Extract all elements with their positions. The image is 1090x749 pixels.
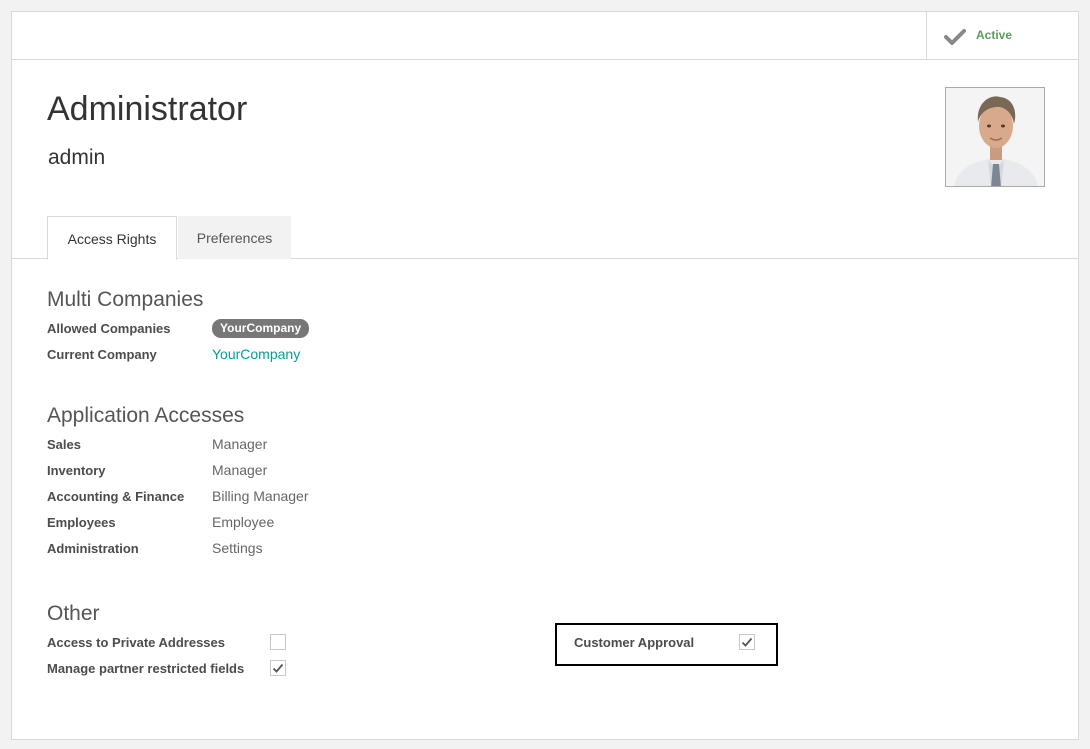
allowed-companies-label: Allowed Companies bbox=[47, 321, 171, 336]
allowed-company-tag[interactable]: YourCompany bbox=[212, 319, 310, 338]
access-private-addresses-checkbox[interactable] bbox=[270, 634, 286, 650]
inventory-label: Inventory bbox=[47, 463, 106, 478]
checkmark-icon bbox=[272, 663, 284, 673]
access-private-addresses-label: Access to Private Addresses bbox=[47, 635, 226, 650]
check-icon bbox=[944, 29, 966, 45]
inventory-value[interactable]: Manager bbox=[212, 462, 267, 478]
employees-label: Employees bbox=[47, 515, 116, 530]
application-accesses-title: Application Accesses bbox=[47, 404, 245, 427]
manage-partner-label: Manage partner restricted fields bbox=[47, 661, 245, 676]
administration-label: Administration bbox=[47, 541, 139, 556]
multi-companies-title: Multi Companies bbox=[47, 288, 204, 311]
form-sheet: Active Administrator admin Access Rights… bbox=[11, 11, 1079, 740]
avatar-photo bbox=[946, 88, 1044, 186]
administration-value[interactable]: Settings bbox=[212, 540, 263, 556]
manage-partner-checkbox[interactable] bbox=[270, 660, 286, 676]
tab-preferences[interactable]: Preferences bbox=[178, 216, 291, 259]
employees-value[interactable]: Employee bbox=[212, 514, 274, 530]
accounting-label: Accounting & Finance bbox=[47, 489, 185, 504]
current-company-label: Current Company bbox=[47, 347, 157, 362]
status-bar: Active bbox=[12, 12, 1078, 60]
accounting-value[interactable]: Billing Manager bbox=[212, 488, 309, 504]
record-title: Administrator bbox=[47, 90, 248, 128]
sales-value[interactable]: Manager bbox=[212, 436, 267, 452]
customer-approval-label: Customer Approval bbox=[574, 635, 695, 650]
customer-approval-checkbox[interactable] bbox=[739, 634, 755, 650]
avatar[interactable] bbox=[945, 87, 1045, 187]
notebook-tabs: Access Rights Preferences bbox=[12, 216, 1078, 260]
record-login: admin bbox=[48, 146, 106, 169]
tab-access-rights[interactable]: Access Rights bbox=[47, 216, 177, 260]
active-toggle-button[interactable]: Active bbox=[926, 12, 1078, 60]
current-company-link[interactable]: YourCompany bbox=[212, 346, 300, 362]
other-title: Other bbox=[47, 602, 100, 625]
active-label: Active bbox=[976, 28, 1013, 42]
checkmark-icon bbox=[741, 637, 753, 647]
sales-label: Sales bbox=[47, 437, 81, 452]
